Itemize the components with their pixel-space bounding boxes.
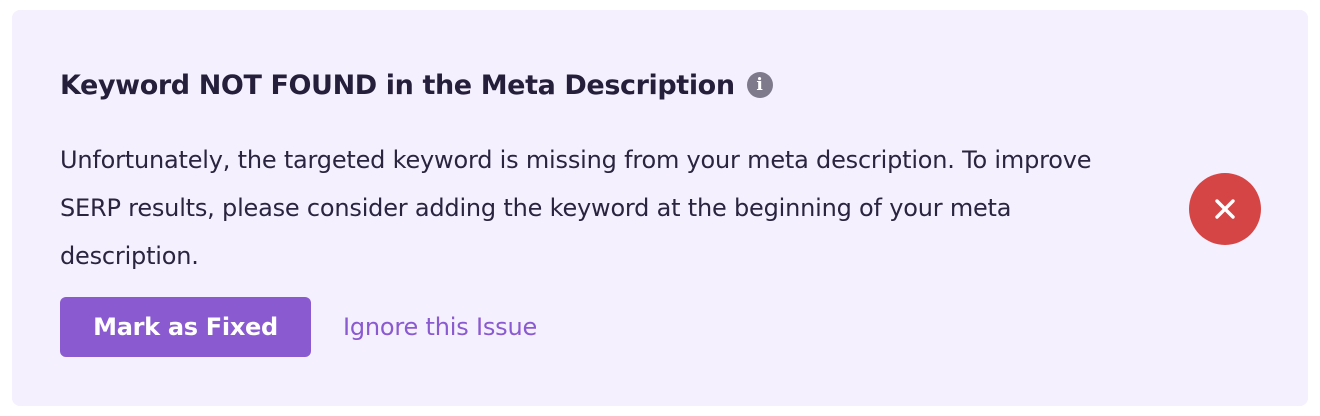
info-icon[interactable]: i xyxy=(746,72,773,98)
ignore-issue-link[interactable]: Ignore this Issue xyxy=(343,297,537,357)
issue-title: Keyword NOT FOUND in the Meta Descriptio… xyxy=(60,69,735,101)
mark-as-fixed-button[interactable]: Mark as Fixed xyxy=(60,297,311,357)
issue-card: Keyword NOT FOUND in the Meta Descriptio… xyxy=(12,10,1308,406)
close-icon xyxy=(1215,199,1235,219)
issue-message: Unfortunately, the targeted keyword is m… xyxy=(60,146,1092,270)
issue-title-row: Keyword NOT FOUND in the Meta Descriptio… xyxy=(60,65,773,105)
fail-status-badge xyxy=(1189,173,1261,245)
